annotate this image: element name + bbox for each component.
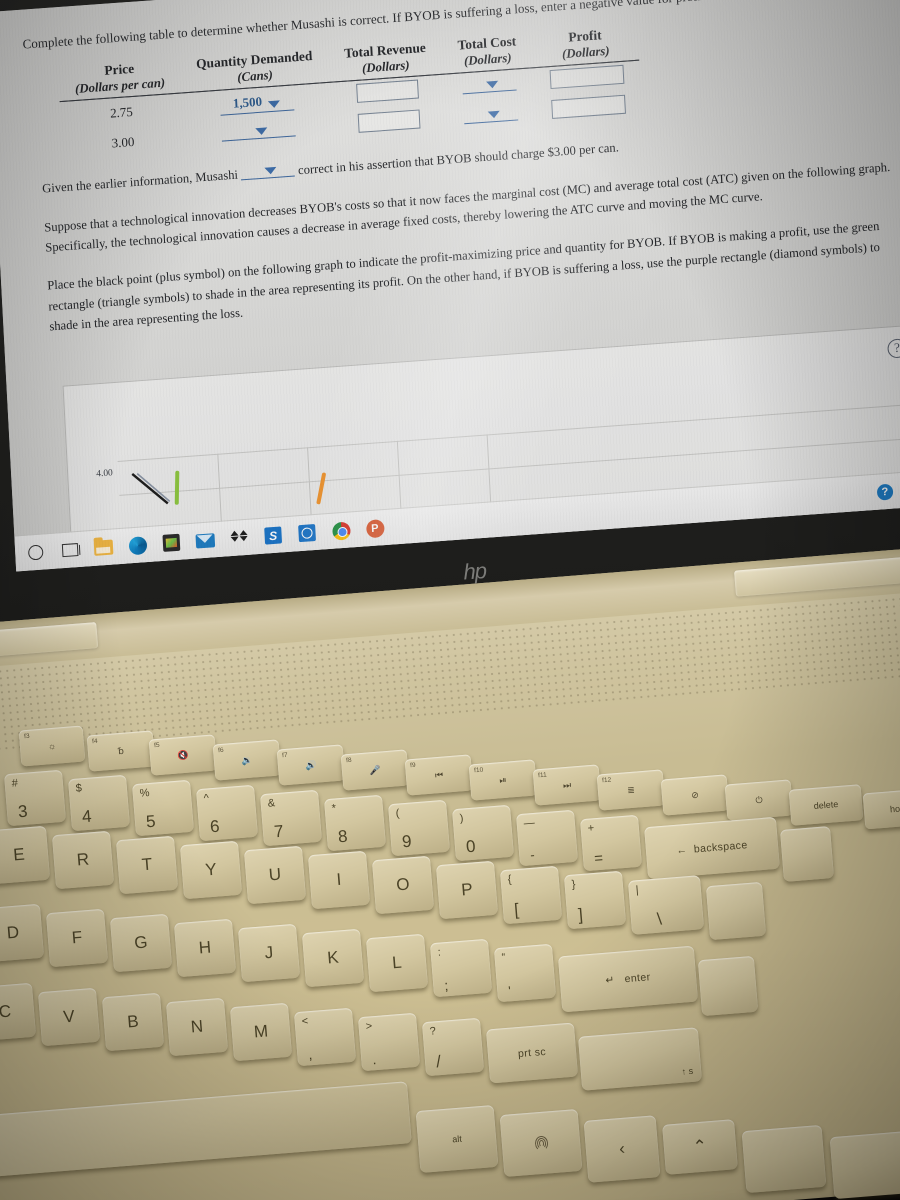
key-U[interactable]: U	[243, 845, 307, 905]
key-minus[interactable]: — -	[516, 809, 578, 867]
key-O[interactable]: O	[371, 855, 435, 915]
key-V[interactable]: V	[37, 987, 101, 1047]
key-7[interactable]: & 7	[260, 789, 322, 847]
key-f7[interactable]: f7 🔊	[276, 744, 346, 786]
key-4[interactable]: $ 4	[68, 774, 130, 832]
key-B[interactable]: B	[101, 992, 165, 1052]
brightness-icon: ☼	[47, 740, 57, 752]
key-P[interactable]: P	[435, 860, 499, 920]
key-f8[interactable]: f8 🎤	[340, 749, 410, 791]
key-equals[interactable]: + =	[580, 814, 642, 872]
key-semicolon[interactable]: : ;	[429, 938, 493, 998]
camera-off-key[interactable]: ⊘	[660, 774, 730, 816]
prtsc-key[interactable]: prt sc	[485, 1022, 579, 1084]
next-track-icon: ⏭	[562, 779, 572, 790]
key-C[interactable]: C	[0, 982, 37, 1042]
key-quote[interactable]: “ '	[493, 943, 557, 1003]
key-Y[interactable]: Y	[179, 840, 243, 900]
key-E[interactable]: E	[0, 825, 51, 885]
key-F[interactable]: F	[45, 908, 109, 968]
alt-key[interactable]: alt	[415, 1104, 499, 1174]
power-icon: ⏻	[755, 794, 763, 805]
keyboard-backlight-icon: ␢	[117, 745, 125, 756]
shift-key-right[interactable]: ↑ s	[578, 1027, 702, 1091]
key-K[interactable]: K	[301, 928, 365, 988]
right-edge-key-4[interactable]	[741, 1124, 827, 1194]
volume-down-icon: 🔉	[240, 754, 253, 765]
left-arrow-key[interactable]: ‹	[583, 1115, 661, 1183]
key-bracket-left[interactable]: { [	[499, 865, 563, 925]
key-bracket-right[interactable]: } ]	[563, 870, 627, 930]
delete-key[interactable]: delete	[788, 784, 864, 826]
key-I[interactable]: I	[307, 850, 371, 910]
key-f4[interactable]: f4 ␢	[86, 730, 156, 772]
enter-key[interactable]: ↵ enter	[557, 945, 699, 1013]
laptop-keyboard: f3 ☼ f4 ␢ f5 🔇 f6 🔉 f7 🔊 f8 🎤 f9 ⏮ f10 ⏯…	[0, 0, 900, 1200]
spacebar-key[interactable]	[0, 1081, 412, 1181]
key-f12[interactable]: f12 ≣	[596, 769, 666, 811]
key-f5[interactable]: f5 🔇	[148, 734, 218, 776]
fingerprint-icon	[533, 1133, 549, 1152]
key-5[interactable]: % 5	[132, 779, 194, 837]
up-arrow-key[interactable]: ⌃	[662, 1119, 738, 1175]
key-L[interactable]: L	[365, 933, 429, 993]
key-comma[interactable]: < ,	[293, 1007, 357, 1067]
key-6[interactable]: ^ 6	[196, 784, 258, 842]
laptop-photo-scene: s of hp Complete the following table to …	[0, 0, 900, 1200]
key-f10[interactable]: f10 ⏯	[468, 759, 538, 801]
previous-track-icon: ⏮	[434, 769, 444, 780]
key-D[interactable]: D	[0, 903, 45, 963]
key-T[interactable]: T	[115, 835, 179, 895]
key-f11[interactable]: f11 ⏭	[532, 764, 602, 806]
power-key[interactable]: ⏻	[724, 779, 794, 821]
camera-off-icon: ⊘	[690, 789, 700, 800]
right-edge-key-2[interactable]	[705, 881, 767, 941]
key-3[interactable]: # 3	[4, 769, 66, 827]
right-edge-key-3[interactable]	[697, 955, 759, 1017]
key-N[interactable]: N	[165, 997, 229, 1057]
right-edge-key-1[interactable]	[779, 826, 835, 882]
key-slash[interactable]: ? /	[421, 1017, 485, 1077]
key-R[interactable]: R	[51, 830, 115, 890]
play-pause-icon: ⏯	[498, 774, 507, 785]
key-H[interactable]: H	[173, 918, 237, 978]
key-0[interactable]: ) 0	[452, 804, 514, 862]
volume-up-icon: 🔊	[304, 759, 317, 770]
mic-mute-icon: 🎤	[368, 764, 381, 775]
fingerprint-reader[interactable]	[499, 1108, 583, 1178]
mute-icon: 🔇	[176, 749, 189, 760]
home-key[interactable]: ho	[862, 788, 900, 830]
right-edge-key-5[interactable]	[829, 1130, 900, 1200]
chevron-up-icon: ⌃	[692, 1136, 708, 1157]
menu-icon: ≣	[626, 784, 636, 795]
key-backslash[interactable]: | \	[627, 875, 705, 935]
key-f3[interactable]: f3 ☼	[18, 725, 86, 767]
key-G[interactable]: G	[109, 913, 173, 973]
key-M[interactable]: M	[229, 1002, 293, 1062]
key-period[interactable]: > .	[357, 1012, 421, 1072]
chevron-left-icon: ‹	[618, 1138, 626, 1159]
key-f9[interactable]: f9 ⏮	[404, 754, 474, 796]
key-J[interactable]: J	[237, 923, 301, 983]
key-f6[interactable]: f6 🔉	[212, 739, 282, 781]
key-9[interactable]: ( 9	[388, 799, 450, 857]
key-8[interactable]: * 8	[324, 794, 386, 852]
backspace-key[interactable]: ← backspace	[644, 816, 780, 880]
